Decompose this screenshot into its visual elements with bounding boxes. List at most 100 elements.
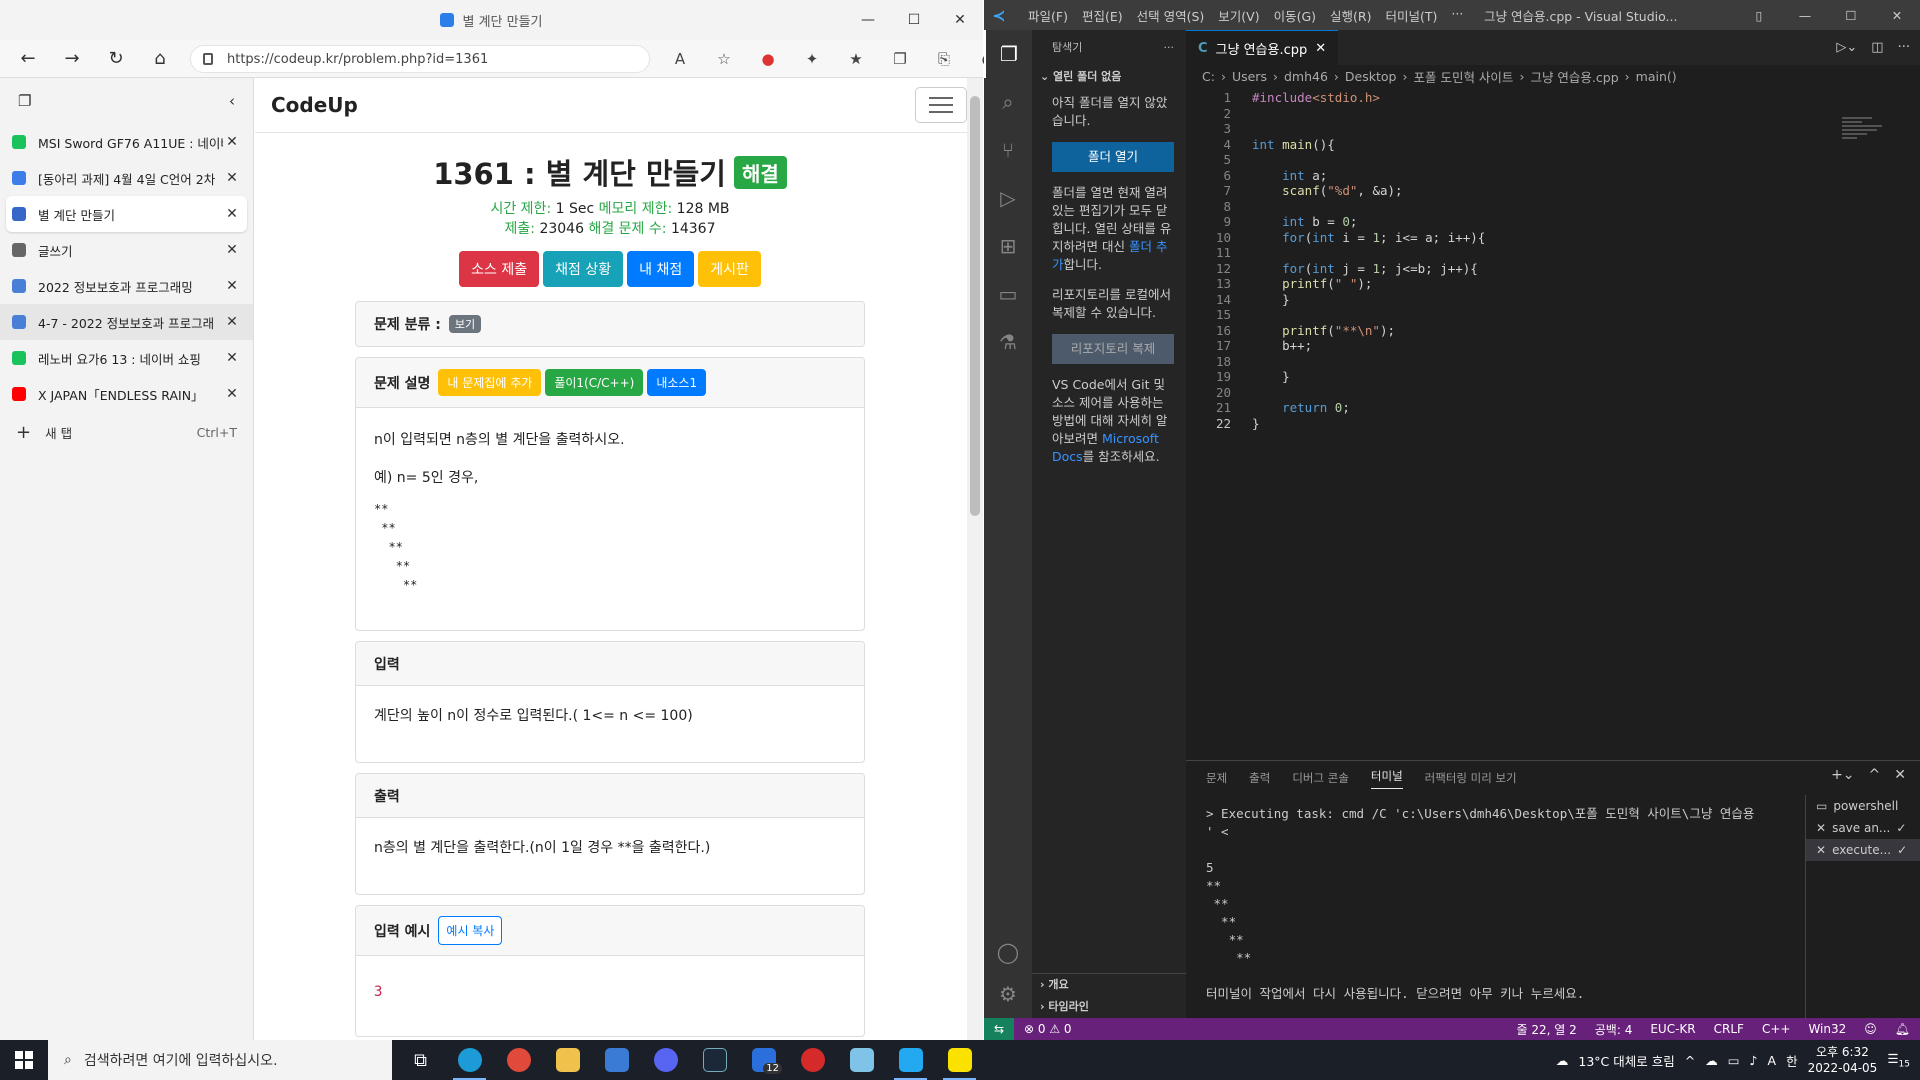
- my-source-button[interactable]: 내소스1: [647, 369, 707, 396]
- taskbar-search[interactable]: ⌕ 검색하려면 여기에 입력하십시오.: [48, 1040, 392, 1080]
- new-tab-button[interactable]: + 새 탭 Ctrl+T: [0, 412, 253, 452]
- read-aloud-icon[interactable]: A: [665, 44, 695, 74]
- tab-item[interactable]: [동아리 과제] 4월 4일 C언어 2차 ✕: [0, 160, 253, 196]
- menu-file[interactable]: 파일(F): [1028, 6, 1068, 25]
- tab-item[interactable]: 2022 정보보호과 프로그래밍 ✕: [0, 268, 253, 304]
- notepad-app-icon[interactable]: [837, 1040, 886, 1080]
- close-icon[interactable]: ✕: [937, 0, 983, 40]
- solution-button[interactable]: 풀이1(C/C++): [545, 369, 644, 396]
- minimize-icon[interactable]: —: [1782, 0, 1828, 30]
- extension-m-icon[interactable]: ●: [753, 44, 783, 74]
- timeline-section[interactable]: › 타임라인: [1032, 996, 1186, 1018]
- chrome-app-icon[interactable]: [494, 1040, 543, 1080]
- indentation[interactable]: 공백: 4: [1595, 1021, 1633, 1038]
- code-line[interactable]: scanf("%d", &a);: [1252, 183, 1402, 198]
- start-button[interactable]: [0, 1040, 48, 1080]
- tab-close-icon[interactable]: ✕: [1315, 41, 1326, 56]
- terminal-item[interactable]: ✕ save an... ✓: [1806, 817, 1920, 839]
- encoding[interactable]: EUC-KR: [1650, 1022, 1695, 1036]
- outline-section[interactable]: › 개요: [1032, 974, 1186, 996]
- maximize-icon[interactable]: ☐: [891, 0, 937, 40]
- maximize-panel-icon[interactable]: ^: [1869, 767, 1881, 783]
- code-line[interactable]: }: [1252, 416, 1260, 431]
- edge-app-icon[interactable]: [445, 1040, 494, 1080]
- remote-explorer-icon[interactable]: ▭: [984, 270, 1032, 318]
- file-explorer-app-icon[interactable]: [543, 1040, 592, 1080]
- run-code-icon[interactable]: ▷⌄: [1836, 40, 1857, 55]
- terminal-output[interactable]: > Executing task: cmd /C 'c:\Users\dmh46…: [1206, 805, 1776, 1003]
- menu-go[interactable]: 이동(G): [1274, 6, 1316, 25]
- explorer-more-icon[interactable]: ···: [1164, 39, 1175, 57]
- store-app-icon[interactable]: [592, 1040, 641, 1080]
- board-button[interactable]: 게시판: [698, 251, 761, 287]
- clock[interactable]: 오후 6:32 2022-04-05: [1808, 1044, 1878, 1076]
- tab-close-icon[interactable]: ✕: [223, 278, 241, 294]
- tab-actions-icon[interactable]: ❐: [18, 92, 31, 110]
- network-icon[interactable]: ▭: [1728, 1053, 1740, 1068]
- source-control-icon[interactable]: ⑂: [984, 126, 1032, 174]
- split-editor-icon[interactable]: ◫: [1871, 40, 1883, 55]
- tray-overflow-icon[interactable]: ^: [1685, 1053, 1695, 1068]
- cursor-position[interactable]: 줄 22, 열 2: [1517, 1021, 1577, 1038]
- terminal-item[interactable]: ▭ powershell: [1806, 795, 1920, 817]
- search-icon[interactable]: ⌕: [984, 78, 1032, 126]
- terminal-item[interactable]: ✕ execute... ✓: [1806, 839, 1920, 861]
- problems-status[interactable]: ⊗ 0 ⚠ 0: [1024, 1022, 1072, 1036]
- favorite-add-icon[interactable]: ☆: [709, 44, 739, 74]
- tab-item[interactable]: X JAPAN「ENDLESS RAIN」 ✕: [0, 376, 253, 412]
- forward-icon[interactable]: →: [50, 41, 94, 77]
- code-line[interactable]: }: [1252, 292, 1290, 307]
- tab-close-icon[interactable]: ✕: [223, 134, 241, 150]
- refresh-icon[interactable]: ↻: [94, 41, 138, 77]
- code-line[interactable]: int b = 0;: [1252, 214, 1357, 229]
- minimap[interactable]: [1842, 115, 1902, 165]
- code-line[interactable]: }: [1252, 369, 1290, 384]
- platform[interactable]: Win32: [1808, 1022, 1846, 1036]
- code-line[interactable]: int main(){: [1252, 137, 1335, 152]
- close-panel-icon[interactable]: ✕: [1894, 767, 1906, 783]
- vscode-app-icon[interactable]: [886, 1040, 935, 1080]
- recorder-app-icon[interactable]: [788, 1040, 837, 1080]
- settings-gear-icon[interactable]: ⚙: [984, 970, 1032, 1018]
- maximize-icon[interactable]: ☐: [1828, 0, 1874, 30]
- tab-refactor-preview[interactable]: 러팩터링 미리 보기: [1425, 770, 1517, 786]
- submit-source-button[interactable]: 소스 제출: [459, 251, 540, 287]
- volume-icon[interactable]: ♪: [1750, 1053, 1758, 1068]
- new-terminal-icon[interactable]: +⌄: [1831, 767, 1854, 783]
- my-judge-button[interactable]: 내 채점: [627, 251, 695, 287]
- steam-app-icon[interactable]: [690, 1040, 739, 1080]
- add-to-my-set-button[interactable]: 내 문제집에 추가: [438, 369, 542, 396]
- testing-icon[interactable]: ⚗: [984, 318, 1032, 366]
- layout-toggle-icon[interactable]: ▯: [1736, 0, 1782, 30]
- notifications-icon[interactable]: 🔔︎: [1895, 1022, 1910, 1036]
- tab-output[interactable]: 출력: [1249, 770, 1270, 786]
- collections-icon[interactable]: ❐: [885, 44, 915, 74]
- code-line[interactable]: for(int j = 1; j<=b; j++){: [1252, 261, 1478, 276]
- feedback-icon[interactable]: ☺: [1864, 1022, 1877, 1036]
- tab-item[interactable]: 4-7 - 2022 정보보호과 프로그래 ✕: [0, 304, 253, 340]
- tab-item[interactable]: 글쓰기 ✕: [0, 232, 253, 268]
- code-line[interactable]: printf("**\n");: [1252, 323, 1395, 338]
- extensions-icon[interactable]: ⊞: [984, 222, 1032, 270]
- tab-close-icon[interactable]: ✕: [223, 314, 241, 330]
- hamburger-menu-icon[interactable]: [915, 87, 967, 123]
- back-icon[interactable]: ←: [6, 41, 50, 77]
- no-folder-section[interactable]: ⌄ 열린 폴더 없음: [1032, 66, 1186, 88]
- notification-center-icon[interactable]: ☰15: [1887, 1051, 1910, 1070]
- extensions-icon[interactable]: ✦: [797, 44, 827, 74]
- code-line[interactable]: #include<stdio.h>: [1252, 90, 1380, 105]
- tab-close-icon[interactable]: ✕: [223, 350, 241, 366]
- weather-text[interactable]: 13°C 대체로 흐림: [1578, 1051, 1674, 1070]
- menu-view[interactable]: 보기(V): [1218, 6, 1259, 25]
- run-debug-icon[interactable]: ▷: [984, 174, 1032, 222]
- minimize-icon[interactable]: —: [845, 0, 891, 40]
- collapse-tabs-icon[interactable]: ‹: [229, 92, 235, 110]
- code-line[interactable]: return 0;: [1252, 400, 1350, 415]
- menu-edit[interactable]: 편집(E): [1082, 6, 1123, 25]
- category-view-button[interactable]: 보기: [448, 315, 482, 333]
- tab-item-active[interactable]: 별 계단 만들기 ✕: [6, 196, 247, 232]
- code-line[interactable]: for(int i = 1; i<= a; i++){: [1252, 230, 1485, 245]
- code-line[interactable]: b++;: [1252, 338, 1312, 353]
- codeup-brand[interactable]: CodeUp: [271, 93, 358, 117]
- menu-run[interactable]: 실행(R): [1330, 6, 1371, 25]
